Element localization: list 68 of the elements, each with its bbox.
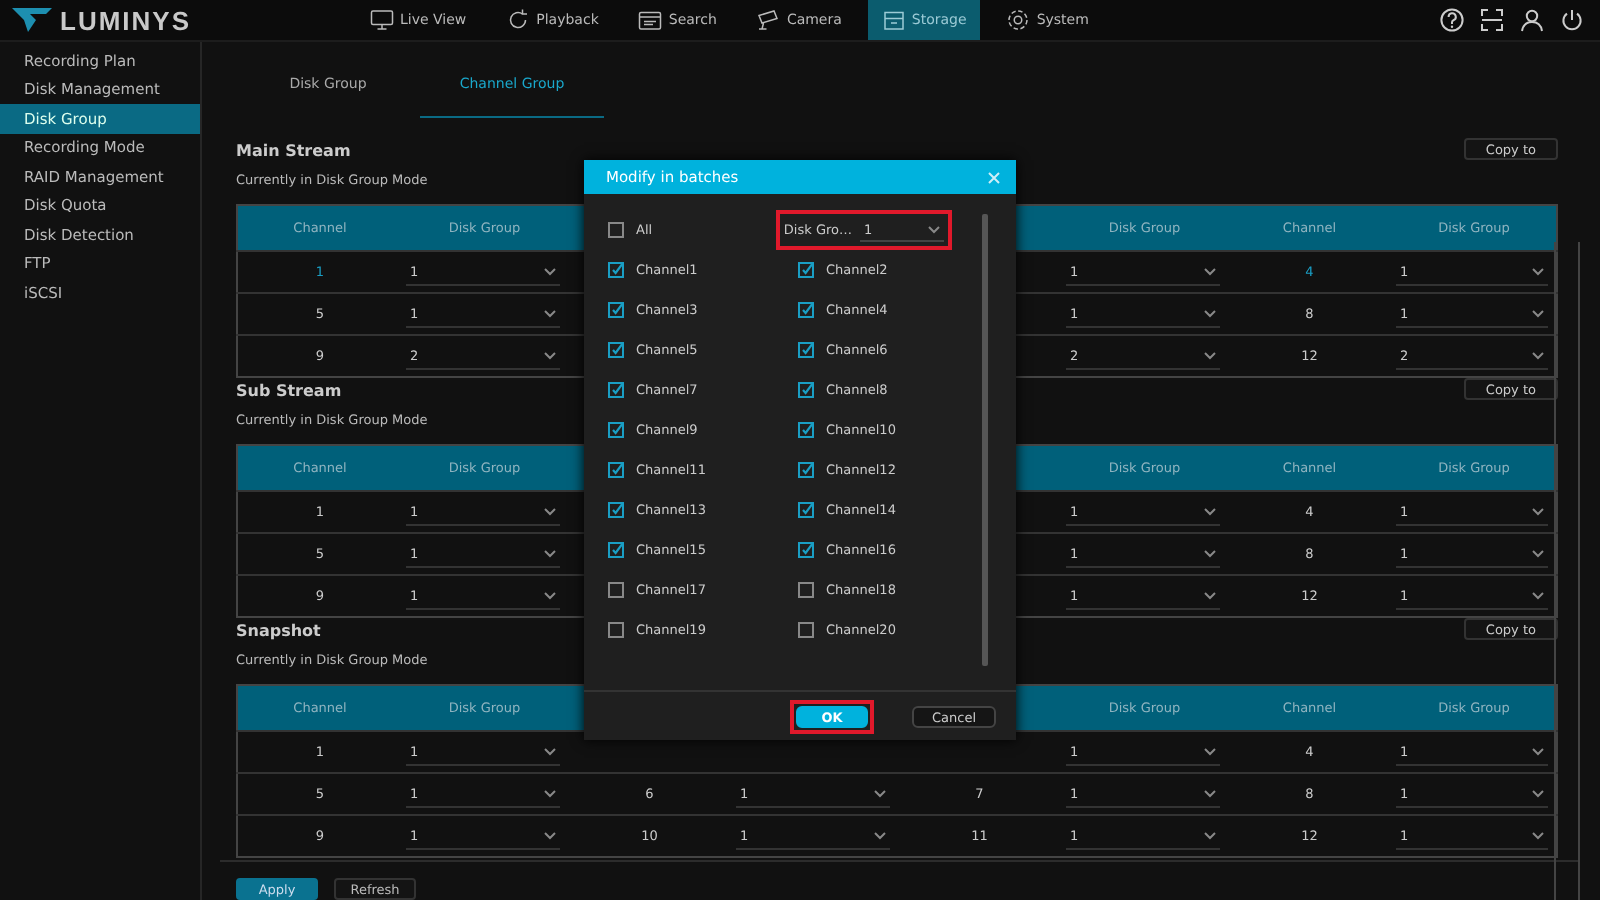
checkbox[interactable] xyxy=(608,622,624,638)
nav-icon xyxy=(506,8,531,32)
section-title: Main Stream xyxy=(236,140,353,164)
caret-icon xyxy=(1203,591,1215,599)
power-icon[interactable] xyxy=(1560,8,1584,32)
caret-icon xyxy=(1532,549,1544,557)
caret-icon xyxy=(1203,789,1215,797)
nav-icon xyxy=(638,8,663,32)
caret-icon xyxy=(543,351,555,359)
checkbox[interactable] xyxy=(608,542,624,558)
help-icon[interactable] xyxy=(1440,8,1464,32)
scrollbar[interactable] xyxy=(982,214,988,666)
caret-icon xyxy=(543,591,555,599)
checkbox[interactable] xyxy=(798,582,814,598)
caret-icon xyxy=(873,831,885,839)
checkbox[interactable] xyxy=(608,462,624,478)
caret-icon xyxy=(543,549,555,557)
checkbox[interactable] xyxy=(798,262,814,278)
caret-icon xyxy=(1532,507,1544,515)
nav-icon xyxy=(1006,8,1031,32)
checkbox[interactable] xyxy=(798,462,814,478)
caret-icon xyxy=(1203,831,1215,839)
caret-icon xyxy=(1532,351,1544,359)
caret-icon xyxy=(543,831,555,839)
checkbox[interactable] xyxy=(608,502,624,518)
caret-icon xyxy=(543,309,555,317)
caret-icon xyxy=(543,267,555,275)
scan-icon[interactable] xyxy=(1480,8,1504,32)
caret-icon xyxy=(1532,591,1544,599)
section-title: Snapshot xyxy=(236,620,323,644)
caret-icon xyxy=(928,225,940,233)
section-title: Sub Stream xyxy=(236,380,344,404)
checkbox[interactable] xyxy=(608,222,624,238)
caret-icon xyxy=(1532,309,1544,317)
checkbox[interactable] xyxy=(798,622,814,638)
checkbox[interactable] xyxy=(798,542,814,558)
caret-icon xyxy=(1203,351,1215,359)
checkbox[interactable] xyxy=(608,302,624,318)
checkbox[interactable] xyxy=(608,422,624,438)
caret-icon xyxy=(1203,747,1215,755)
caret-icon xyxy=(543,507,555,515)
checkbox[interactable] xyxy=(798,302,814,318)
user-icon[interactable] xyxy=(1520,8,1544,32)
checkbox[interactable] xyxy=(608,262,624,278)
caret-icon xyxy=(1203,549,1215,557)
caret-icon xyxy=(543,747,555,755)
checkbox[interactable] xyxy=(608,382,624,398)
caret-icon xyxy=(1203,309,1215,317)
caret-icon xyxy=(1532,789,1544,797)
nav-icon xyxy=(881,8,906,32)
brand-name: LUMINYS xyxy=(60,5,191,35)
checkbox[interactable] xyxy=(608,582,624,598)
logo-icon xyxy=(12,8,52,32)
checkbox[interactable] xyxy=(798,342,814,358)
caret-icon xyxy=(1532,747,1544,755)
caret-icon xyxy=(873,789,885,797)
caret-icon xyxy=(543,789,555,797)
checkbox[interactable] xyxy=(798,382,814,398)
nav-icon xyxy=(756,8,781,32)
caret-icon xyxy=(1203,507,1215,515)
nav-icon xyxy=(370,8,394,32)
checkbox[interactable] xyxy=(798,502,814,518)
caret-icon xyxy=(1532,267,1544,275)
caret-icon xyxy=(1532,831,1544,839)
checkbox[interactable] xyxy=(798,422,814,438)
checkbox[interactable] xyxy=(608,342,624,358)
scrollbar[interactable] xyxy=(1554,242,1580,900)
caret-icon xyxy=(1203,267,1215,275)
